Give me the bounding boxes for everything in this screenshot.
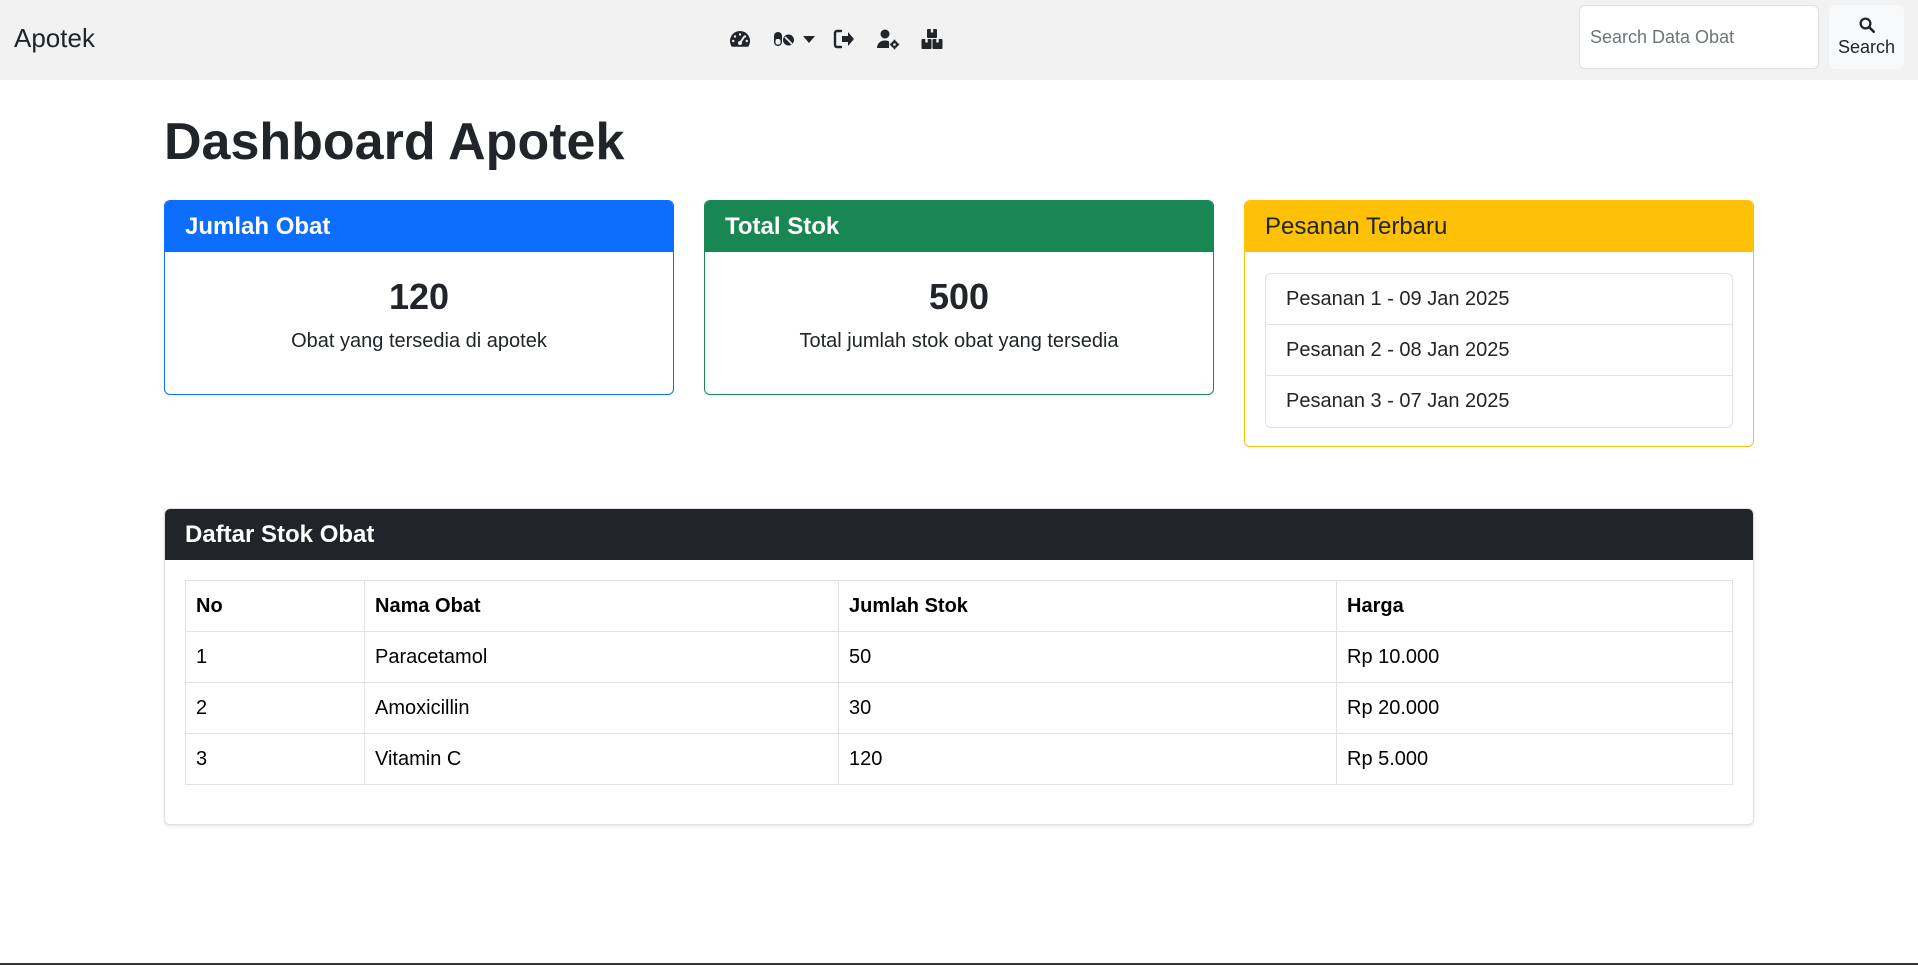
dashboard-icon[interactable] bbox=[725, 24, 755, 54]
table-row: 1 Paracetamol 50 Rp 10.000 bbox=[185, 631, 1733, 683]
search-input[interactable] bbox=[1579, 5, 1819, 69]
table-cell: 2 bbox=[185, 682, 365, 734]
column-header-jumlah-stok: Jumlah Stok bbox=[838, 580, 1337, 632]
search-icon bbox=[1859, 17, 1875, 34]
table-cell: 1 bbox=[185, 631, 365, 683]
list-item[interactable]: Pesanan 2 - 08 Jan 2025 bbox=[1266, 325, 1732, 376]
card-header: Daftar Stok Obat bbox=[165, 509, 1753, 560]
chevron-down-icon bbox=[803, 35, 815, 43]
brand-link[interactable]: Apotek bbox=[14, 23, 95, 54]
table-cell: 30 bbox=[838, 682, 1337, 734]
boxes-icon[interactable] bbox=[917, 24, 947, 54]
jumlah-obat-value: 120 bbox=[388, 276, 450, 317]
list-item[interactable]: Pesanan 3 - 07 Jan 2025 bbox=[1266, 376, 1732, 427]
pills-icon bbox=[769, 24, 799, 54]
table-row: 3 Vitamin C 120 Rp 5.000 bbox=[185, 733, 1733, 785]
search-button[interactable]: Search bbox=[1829, 5, 1904, 69]
table-cell: 120 bbox=[838, 733, 1337, 785]
table-cell: Paracetamol bbox=[364, 631, 839, 683]
table-cell: Amoxicillin bbox=[364, 682, 839, 734]
total-stok-text: Total jumlah stok obat yang tersedia bbox=[799, 330, 1119, 352]
card-header: Total Stok bbox=[705, 201, 1213, 252]
card-body: 120 Obat yang tersedia di apotek bbox=[165, 276, 673, 353]
table-cell: 3 bbox=[185, 733, 365, 785]
table-cell: Rp 5.000 bbox=[1336, 733, 1733, 785]
search-button-label: Search bbox=[1837, 37, 1896, 57]
card-jumlah-obat: Jumlah Obat 120 Obat yang tersedia di ap… bbox=[164, 200, 674, 395]
column-header-nama-obat: Nama Obat bbox=[364, 580, 839, 632]
page-title: Dashboard Apotek bbox=[164, 113, 625, 171]
table-cell: Rp 10.000 bbox=[1336, 631, 1733, 683]
card-header: Pesanan Terbaru bbox=[1245, 201, 1753, 252]
card-body: 500 Total jumlah stok obat yang tersedia bbox=[705, 276, 1213, 353]
jumlah-obat-text: Obat yang tersedia di apotek bbox=[291, 330, 547, 352]
list-item[interactable]: Pesanan 1 - 09 Jan 2025 bbox=[1266, 274, 1732, 325]
table-cell: 50 bbox=[838, 631, 1337, 683]
table-cell: Rp 20.000 bbox=[1336, 682, 1733, 734]
order-list: Pesanan 1 - 09 Jan 2025 Pesanan 2 - 08 J… bbox=[1265, 273, 1733, 428]
column-header-no: No bbox=[185, 580, 365, 632]
user-gear-icon[interactable] bbox=[873, 24, 903, 54]
card-pesanan-terbaru: Pesanan Terbaru Pesanan 1 - 09 Jan 2025 … bbox=[1244, 200, 1754, 447]
stock-table: No Nama Obat Jumlah Stok Harga 1 Paracet… bbox=[185, 580, 1733, 785]
total-stok-value: 500 bbox=[928, 276, 990, 317]
sign-out-icon[interactable] bbox=[829, 24, 859, 54]
navbar: Apotek Search bbox=[0, 0, 1918, 80]
medicine-dropdown[interactable] bbox=[769, 24, 815, 54]
column-header-harga: Harga bbox=[1336, 580, 1733, 632]
card-total-stok: Total Stok 500 Total jumlah stok obat ya… bbox=[704, 200, 1214, 395]
table-cell: Vitamin C bbox=[364, 733, 839, 785]
card-header: Jumlah Obat bbox=[165, 201, 673, 252]
nav-icons bbox=[725, 24, 961, 54]
card-daftar-stok: Daftar Stok Obat No Nama Obat Jumlah Sto… bbox=[164, 508, 1754, 825]
table-header-row: No Nama Obat Jumlah Stok Harga bbox=[185, 580, 1733, 632]
table-row: 2 Amoxicillin 30 Rp 20.000 bbox=[185, 682, 1733, 734]
